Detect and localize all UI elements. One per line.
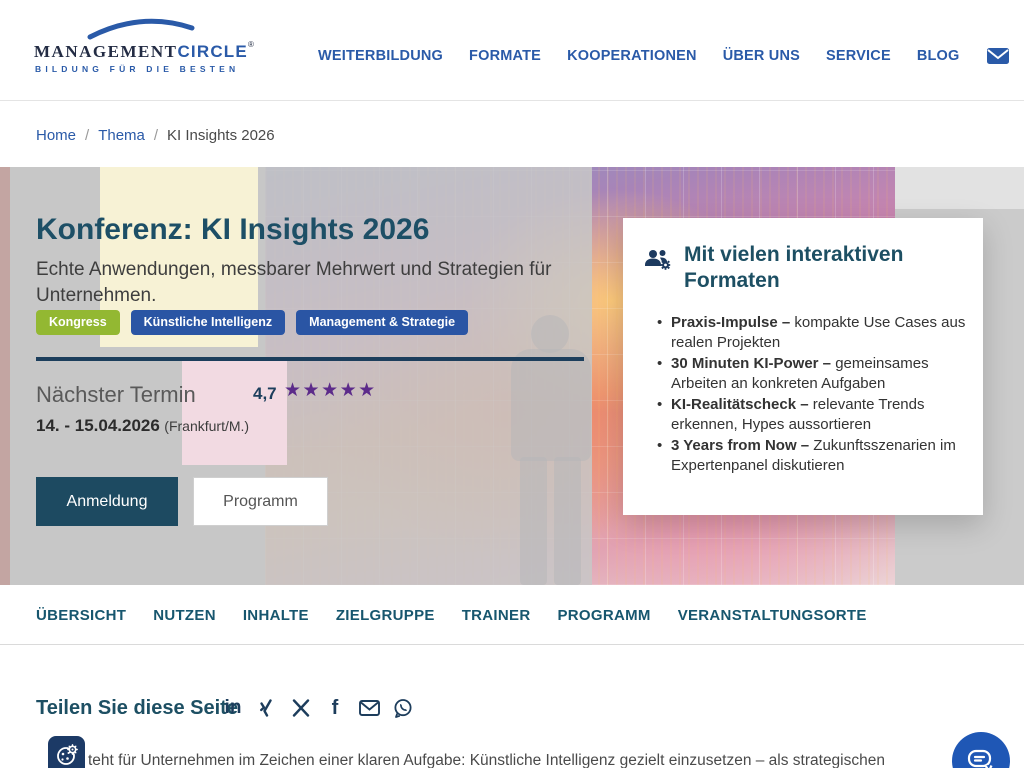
chat-bubble-icon	[967, 748, 995, 768]
nav-item-formate[interactable]: FORMATE	[469, 48, 541, 64]
nav-item-kooperationen[interactable]: KOOPERATIONEN	[567, 48, 697, 64]
formats-card: Mit vielen interaktiven Formaten Praxis-…	[623, 218, 983, 515]
divider-line	[36, 357, 584, 361]
brand-tagline: BILDUNG FÜR DIE BESTEN	[35, 64, 239, 74]
cookie-icon	[55, 743, 79, 767]
page-subtitle: Echte Anwendungen, messbarer Mehrwert un…	[36, 257, 561, 308]
tab-programm[interactable]: PROGRAMM	[557, 607, 650, 624]
x-twitter-icon[interactable]	[290, 697, 312, 719]
list-item: Praxis-Impulse – kompakte Use Cases aus …	[671, 313, 971, 353]
list-item: KI-Realitätscheck – relevante Trends erk…	[671, 395, 971, 435]
chat-button[interactable]	[952, 732, 1010, 768]
facebook-icon[interactable]: f	[324, 697, 346, 719]
list-item-lead: 3 Years from Now –	[671, 437, 813, 454]
share-label: Teilen Sie diese Seite	[36, 697, 238, 720]
users-gear-icon	[643, 248, 673, 277]
tag-management-strategie[interactable]: Management & Strategie	[296, 310, 468, 335]
tab-veranstaltungsorte[interactable]: VERANSTALTUNGSORTE	[678, 607, 867, 624]
tag-row: Kongress Künstliche Intelligenz Manageme…	[36, 310, 468, 335]
logo-arc-icon	[86, 14, 196, 40]
event-date-value: 14. - 15.04.2026	[36, 416, 160, 435]
brand-logo[interactable]: ManagementCircle® BILDUNG FÜR DIE BESTEN	[30, 12, 220, 92]
breadcrumb-home[interactable]: Home	[36, 127, 76, 144]
rating-value: 4,7	[253, 384, 277, 404]
share-icons: in f	[222, 697, 414, 719]
rating-stars: ★★★★★	[284, 379, 377, 402]
card-bullet-list: Praxis-Impulse – kompakte Use Cases aus …	[671, 313, 971, 477]
tab-inhalte[interactable]: INHALTE	[243, 607, 309, 624]
anmeldung-button[interactable]: Anmeldung	[36, 477, 178, 526]
breadcrumb-separator: /	[154, 127, 158, 144]
event-location: (Frankfurt/M.)	[164, 418, 249, 434]
whatsapp-icon[interactable]	[392, 697, 414, 719]
list-item-lead: Praxis-Impulse –	[671, 314, 794, 331]
breadcrumb-separator: /	[85, 127, 89, 144]
hero-banner: Konferenz: KI Insights 2026 Echte Anwend…	[0, 167, 1024, 585]
tab-nutzen[interactable]: NUTZEN	[153, 607, 216, 624]
breadcrumb-current: KI Insights 2026	[167, 127, 275, 144]
card-title: Mit vielen interaktiven Formaten	[684, 242, 946, 293]
page-title: Konferenz: KI Insights 2026	[36, 213, 429, 247]
breadcrumb-thema[interactable]: Thema	[98, 127, 145, 144]
hero-pink-block	[182, 360, 287, 465]
brand-name-part2: Circle	[177, 42, 247, 61]
brand-name: ManagementCircle®	[34, 40, 254, 62]
nav-item-service[interactable]: SERVICE	[826, 48, 891, 64]
brand-name-part1: Management	[34, 42, 177, 61]
xing-icon[interactable]	[256, 697, 278, 719]
linkedin-icon[interactable]: in	[222, 697, 244, 719]
tab-trainer[interactable]: TRAINER	[462, 607, 531, 624]
programm-button[interactable]: Programm	[193, 477, 328, 526]
tag-kuenstliche-intelligenz[interactable]: Künstliche Intelligenz	[131, 310, 286, 335]
tab-uebersicht[interactable]: ÜBERSICHT	[36, 607, 126, 624]
registered-mark: ®	[248, 40, 254, 49]
nav-item-ueber-uns[interactable]: ÜBER UNS	[723, 48, 800, 64]
list-item-lead: 30 Minuten KI-Power –	[671, 355, 835, 372]
page: ManagementCircle® BILDUNG FÜR DIE BESTEN…	[0, 0, 1024, 768]
main-nav: WEITERBILDUNG FORMATE KOOPERATIONEN ÜBER…	[318, 46, 1024, 66]
tab-zielgruppe[interactable]: ZIELGRUPPE	[336, 607, 435, 624]
event-date: 14. - 15.04.2026 (Frankfurt/M.)	[36, 416, 249, 436]
breadcrumb: Home / Thema / KI Insights 2026	[36, 127, 275, 144]
list-item: 30 Minuten KI-Power – gemeinsames Arbeit…	[671, 354, 971, 394]
section-nav: ÜBERSICHT NUTZEN INHALTE ZIELGRUPPE TRAI…	[0, 585, 1024, 645]
hero-left-red-strip	[0, 167, 10, 585]
email-icon[interactable]	[358, 697, 380, 719]
list-item-lead: KI-Realitätscheck –	[671, 396, 813, 413]
tag-kongress[interactable]: Kongress	[36, 310, 120, 335]
nav-item-weiterbildung[interactable]: WEITERBILDUNG	[318, 48, 443, 64]
cookie-settings-button[interactable]	[48, 736, 85, 768]
list-item: 3 Years from Now – Zukunftsszenarien im …	[671, 436, 971, 476]
nav-item-blog[interactable]: BLOG	[917, 48, 960, 64]
mail-icon[interactable]	[986, 47, 1010, 65]
next-date-label: Nächster Termin	[36, 382, 196, 408]
header: ManagementCircle® BILDUNG FÜR DIE BESTEN…	[0, 0, 1024, 101]
intro-paragraph: teht für Unternehmen im Zeichen einer kl…	[88, 752, 1013, 768]
